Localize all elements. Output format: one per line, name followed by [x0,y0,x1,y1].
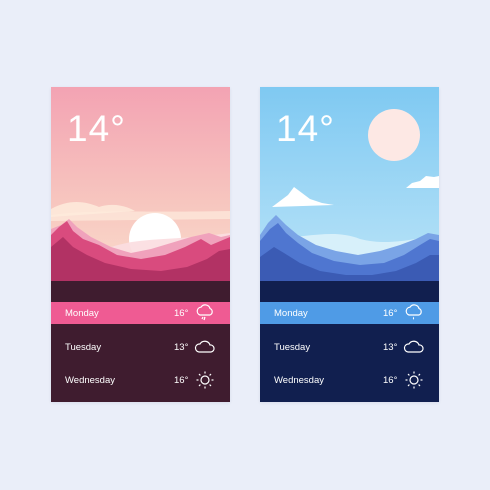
cloud-icon [403,337,425,357]
forecast-temp: 13° [174,341,189,353]
weather-card-sunset[interactable]: 14° Monday 16° Tuesday 13° Wednesday 16° [51,87,230,402]
forecast-row-wednesday[interactable]: Wednesday 16° [51,369,230,391]
forecast-temp: 16° [383,374,398,386]
forecast-row-tuesday[interactable]: Tuesday 13° [51,336,230,358]
forecast-day: Wednesday [65,374,115,386]
forecast-day: Tuesday [274,341,311,353]
weather-card-daytime[interactable]: 14° Monday 16° Tuesday 13° Wednesday 16° [260,87,439,402]
forecast-list: Monday 16° Tuesday 13° Wednesday 16° [260,297,439,402]
forecast-day: Tuesday [65,341,102,353]
sun-icon [403,370,425,390]
forecast-temp: 13° [383,341,398,353]
forecast-list: Monday 16° Tuesday 13° Wednesday 16° [51,297,230,402]
cloud-rain-icon [403,303,425,323]
weather-app-showcase: 14° Monday 16° Tuesday 13° Wednesday 16° [0,0,490,490]
cloud-icon [194,337,216,357]
current-temperature: 14° [67,108,126,149]
forecast-temp: 16° [174,374,189,386]
forecast-row-monday[interactable]: Monday 16° [51,302,230,324]
forecast-day: Wednesday [274,374,324,386]
forecast-temp: 16° [383,307,398,319]
cloud-rain-icon [194,303,216,323]
sun-icon [194,370,216,390]
forecast-row-monday[interactable]: Monday 16° [260,302,439,324]
forecast-temp: 16° [174,307,189,319]
forecast-row-wednesday[interactable]: Wednesday 16° [260,369,439,391]
current-temperature: 14° [276,108,335,149]
forecast-day: Monday [274,307,308,319]
forecast-row-tuesday[interactable]: Tuesday 13° [260,336,439,358]
forecast-day: Monday [65,307,99,319]
